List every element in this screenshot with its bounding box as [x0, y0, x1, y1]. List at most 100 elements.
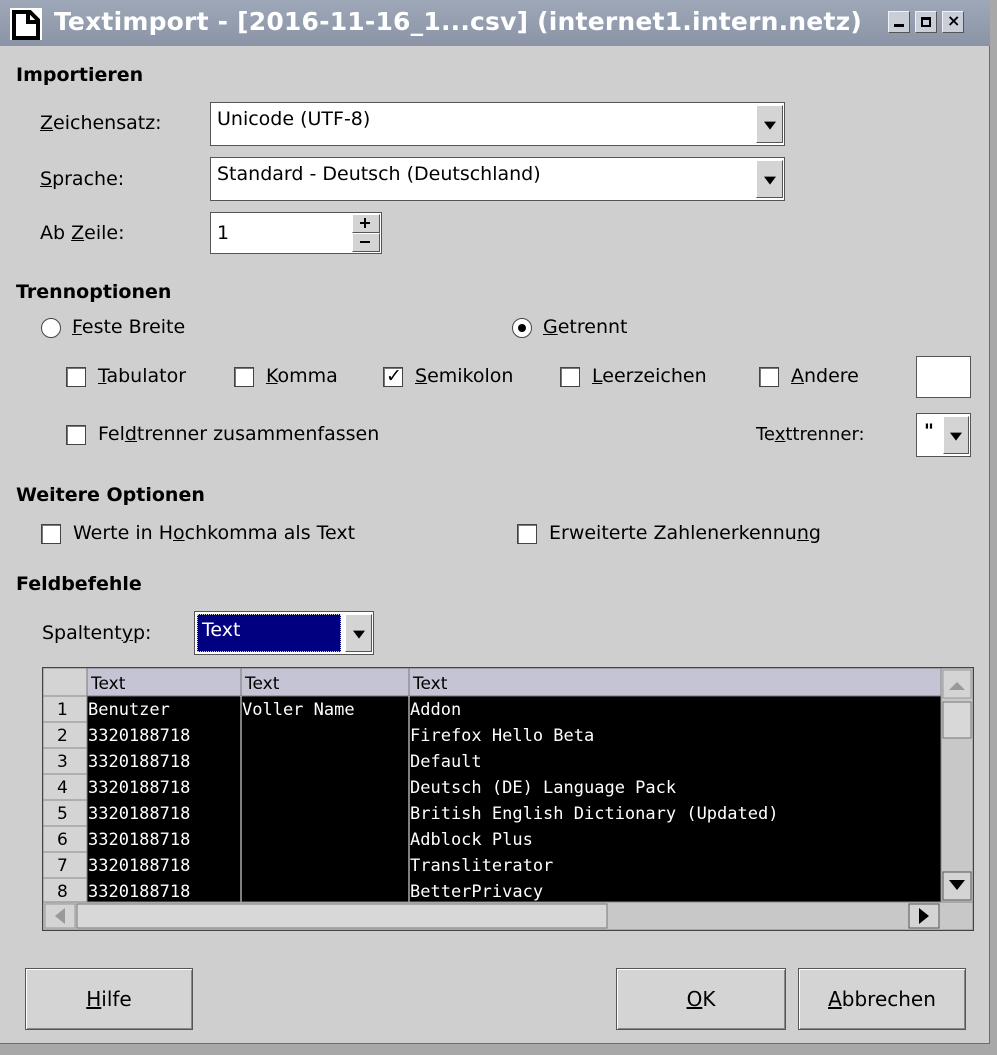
merge-delimiters-checkbox[interactable]	[66, 425, 86, 445]
separated-text: etrennt	[557, 316, 628, 338]
charset-label: Zeichensatz:	[40, 112, 162, 134]
language-label: Sprache:	[40, 168, 124, 190]
from-row-label: Ab Zeile:	[40, 222, 124, 244]
document-icon	[10, 8, 42, 40]
fixed-width-radio[interactable]	[41, 318, 61, 338]
horizontal-scroll-thumb[interactable]	[76, 903, 608, 929]
merge-label-pre: Fel	[98, 423, 125, 445]
other-mnemonic: A	[791, 365, 804, 387]
preview-grid-canvas: Text Text Text1 Benutzer Voller Name Addon2 33…	[43, 668, 973, 930]
column-header-label: Text	[412, 674, 448, 694]
from-row-spinner[interactable]: 1	[210, 212, 382, 254]
fixed-width-mnemonic: F	[72, 316, 82, 338]
space-label[interactable]: Leerzeichen	[592, 365, 707, 387]
charset-value: Unicode (UTF-8)	[217, 108, 371, 130]
field-commands-heading: Feldbefehle	[16, 573, 142, 595]
text-delimiter-dropdown-button[interactable]	[943, 416, 969, 454]
radio-selected-dot	[518, 324, 526, 332]
merge-delimiters-label[interactable]: Feldtrenner zusammenfassen	[98, 423, 379, 445]
table-cell: Addon	[410, 700, 461, 720]
vertical-scroll-thumb[interactable]	[942, 701, 972, 739]
row-number-label: 6	[57, 830, 68, 850]
other-separator-input[interactable]	[916, 356, 971, 398]
quoted-as-text-checkbox[interactable]	[41, 524, 61, 544]
text-import-dialog: Textimport - [2016-11-16_1...csv] (inter…	[0, 0, 990, 1044]
language-label-text: prache:	[52, 168, 125, 190]
chevron-down-icon	[763, 176, 776, 185]
chevron-down-icon	[950, 432, 962, 441]
minus-icon	[360, 241, 370, 243]
maximize-button[interactable]	[915, 11, 937, 33]
minimize-button[interactable]	[888, 11, 910, 33]
separated-label[interactable]: Getrennt	[543, 316, 628, 338]
comma-label[interactable]: Komma	[266, 365, 338, 387]
separator-options-heading: Trennoptionen	[16, 281, 172, 303]
minimize-icon	[894, 24, 904, 27]
cancel-mnemonic: A	[828, 987, 842, 1011]
comma-text: omma	[277, 365, 338, 387]
comma-mnemonic: K	[266, 365, 278, 387]
column-type-dropdown-button[interactable]	[345, 614, 372, 652]
table-cell: Transliterator	[410, 856, 553, 876]
help-mnemonic: H	[86, 987, 102, 1011]
comma-checkbox[interactable]	[234, 367, 254, 387]
row-number-label: 8	[57, 882, 68, 902]
spin-up-button[interactable]	[352, 214, 380, 233]
language-dropdown-button[interactable]	[756, 160, 783, 198]
table-cell: BetterPrivacy	[410, 882, 543, 902]
ok-button[interactable]: OK	[616, 968, 786, 1030]
from-row-label-text: eile:	[84, 222, 125, 244]
other-label[interactable]: Andere	[791, 365, 859, 387]
close-button[interactable]: ×	[942, 11, 964, 33]
detect-mnemonic: n	[796, 522, 809, 544]
text-delim-mnemonic: x	[774, 424, 786, 445]
table-cell: 3320188718	[88, 830, 190, 850]
detect-label-pre: Erweiterte Zahlenerkennu	[549, 522, 797, 544]
other-text: ndere	[804, 365, 859, 387]
charset-label-text: eichensatz:	[53, 112, 162, 134]
quoted-as-text-label[interactable]: Werte in Hochkomma als Text	[73, 522, 355, 544]
text-delimiter-value: "	[924, 420, 934, 442]
separated-radio[interactable]	[512, 318, 532, 338]
cancel-button[interactable]: Abbrechen	[798, 968, 966, 1030]
semicolon-checkbox[interactable]: ✓	[383, 365, 403, 387]
preview-grid[interactable]: Text Text Text 1 Benutzer Voller Name Addon 2 33…	[42, 667, 974, 931]
column-type-selection: Text	[197, 614, 341, 652]
quoted-label-pre: Werte in H	[73, 522, 174, 544]
row-number-label: 4	[57, 778, 68, 798]
spin-down-button[interactable]	[352, 233, 380, 252]
table-cell: 3320188718	[88, 882, 190, 902]
tab-checkbox[interactable]	[66, 367, 86, 387]
charset-dropdown-button[interactable]	[756, 105, 783, 143]
charset-select[interactable]: Unicode (UTF-8)	[210, 102, 785, 146]
semicolon-label[interactable]: Semikolon	[415, 365, 513, 387]
from-row-value: 1	[217, 222, 230, 244]
help-label: ilfe	[101, 987, 132, 1011]
detect-special-numbers-checkbox[interactable]	[517, 524, 537, 544]
other-checkbox[interactable]	[759, 367, 779, 387]
language-value: Standard - Deutsch (Deutschland)	[217, 163, 541, 185]
corner-cell	[43, 668, 88, 697]
tab-label[interactable]: Tabulator	[98, 365, 186, 387]
space-mnemonic: L	[592, 365, 603, 387]
language-select[interactable]: Standard - Deutsch (Deutschland)	[210, 157, 785, 201]
detect-label-text: g	[808, 522, 821, 544]
column-type-select[interactable]: Text	[194, 611, 374, 655]
title-bar[interactable]: Textimport - [2016-11-16_1...csv] (inter…	[0, 0, 990, 46]
column-header-label: Text	[244, 674, 280, 694]
col-type-mnemonic: y	[121, 622, 133, 644]
help-button[interactable]: Hilfe	[25, 968, 193, 1030]
detect-special-numbers-label[interactable]: Erweiterte Zahlenerkennung	[549, 522, 821, 544]
language-label-mnemonic: S	[40, 168, 53, 190]
col-type-label-text: p:	[132, 622, 152, 644]
table-cell: 3320188718	[88, 752, 190, 772]
table-cell: 3320188718	[88, 778, 190, 798]
text-delimiter-select[interactable]: "	[916, 413, 971, 457]
fixed-width-label[interactable]: Feste Breite	[72, 316, 185, 338]
column-header-cell[interactable]	[408, 668, 942, 697]
table-cell: Default	[410, 752, 482, 772]
table-cell: Voller Name	[242, 700, 355, 720]
text-delimiter-label: Texttrenner:	[756, 424, 865, 445]
space-checkbox[interactable]	[560, 367, 580, 387]
fixed-width-text: este Breite	[81, 316, 186, 338]
